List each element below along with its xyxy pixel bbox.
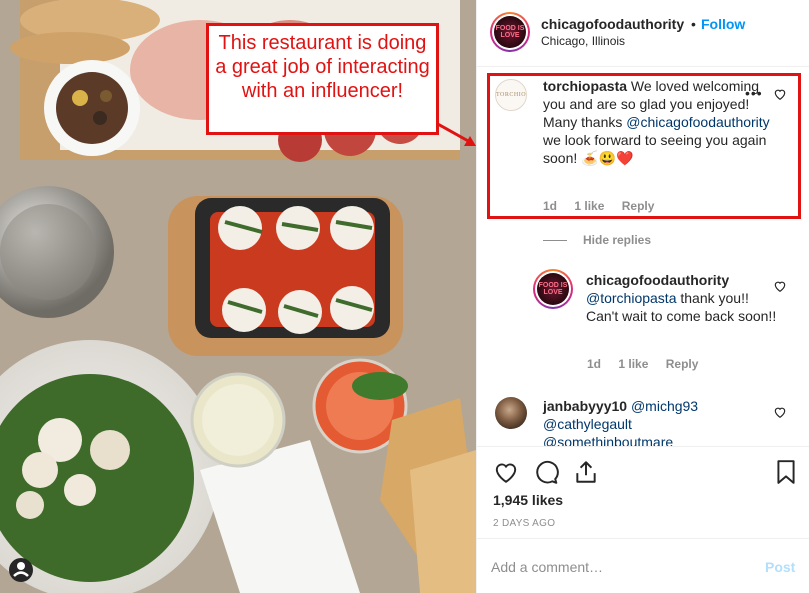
commenter-avatar[interactable]: TORCHIO bbox=[495, 79, 527, 111]
annotation-arrow-icon bbox=[436, 121, 476, 146]
share-icon[interactable] bbox=[573, 459, 599, 485]
comment-username[interactable]: torchiopasta bbox=[543, 78, 627, 94]
reply-avatar[interactable]: FOOD IS LOVE bbox=[533, 269, 573, 309]
like-heart-icon[interactable] bbox=[493, 459, 519, 485]
post-timestamp[interactable]: 2 DAYS AGO bbox=[493, 518, 555, 529]
add-comment-bar: Post bbox=[477, 538, 809, 593]
comment-likes[interactable]: 1 like bbox=[574, 199, 604, 213]
reply-body: chicagofoodauthority @torchiopasta thank… bbox=[586, 271, 781, 325]
hide-replies-label: Hide replies bbox=[583, 233, 652, 247]
comment-body: janbabyyy10 @michg93 @cathylegault @some… bbox=[543, 397, 773, 446]
divider-line bbox=[543, 240, 567, 242]
owner-avatar[interactable]: FOOD IS LOVE bbox=[490, 12, 530, 52]
like-comment-heart-icon[interactable] bbox=[773, 87, 787, 101]
post-location[interactable]: Chicago, Illinois bbox=[541, 34, 625, 48]
reply-avatar-text: FOOD IS LOVE bbox=[537, 273, 569, 305]
post-sidebar: FOOD IS LOVE chicagofoodauthority • Foll… bbox=[476, 0, 809, 593]
owner-avatar-text: FOOD IS LOVE bbox=[494, 16, 526, 48]
reply-username[interactable]: chicagofoodauthority bbox=[586, 272, 729, 288]
reply-likes[interactable]: 1 like bbox=[618, 357, 648, 371]
more-options-icon[interactable]: ••• bbox=[745, 85, 763, 101]
comment-meta: 1d 1 like Reply bbox=[543, 199, 668, 213]
comment-time[interactable]: 1d bbox=[543, 199, 557, 213]
post-header: FOOD IS LOVE chicagofoodauthority • Foll… bbox=[477, 0, 809, 66]
annotation-callout: This restaurant is doing a great job of … bbox=[206, 23, 439, 135]
comment-text-after: we look forward to seeing you again soon… bbox=[543, 132, 767, 166]
bookmark-icon[interactable] bbox=[773, 459, 799, 485]
comment-mention[interactable]: @chicagofoodauthority bbox=[626, 114, 769, 130]
follow-button[interactable]: Follow bbox=[701, 16, 745, 32]
commenter-avatar-text: TORCHIO bbox=[495, 92, 527, 98]
post-actions: 1,945 likes 2 DAYS AGO bbox=[477, 446, 809, 536]
post-photo[interactable]: This restaurant is doing a great job of … bbox=[0, 0, 476, 593]
like-reply-heart-icon[interactable] bbox=[773, 279, 787, 293]
annotation-text: This restaurant is doing a great job of … bbox=[215, 32, 430, 102]
comment-mention[interactable]: @michg93 bbox=[631, 398, 698, 414]
comment-input[interactable] bbox=[491, 553, 751, 581]
post-comment-button[interactable]: Post bbox=[765, 559, 795, 575]
comment-mention[interactable]: @somethinboutmare bbox=[543, 434, 673, 446]
reply-button[interactable]: Reply bbox=[666, 357, 699, 371]
reply-meta: 1d 1 like Reply bbox=[587, 357, 712, 371]
comments-list[interactable]: TORCHIO torchiopasta We loved welcoming … bbox=[477, 66, 809, 446]
comment-bubble-icon[interactable] bbox=[533, 459, 559, 485]
likes-count[interactable]: 1,945 likes bbox=[493, 492, 563, 508]
reply-time[interactable]: 1d bbox=[587, 357, 601, 371]
commenter-avatar[interactable] bbox=[495, 397, 527, 429]
reply-mention[interactable]: @torchiopasta bbox=[586, 290, 676, 306]
follow-separator: • bbox=[691, 16, 696, 32]
hide-replies-button[interactable]: Hide replies bbox=[543, 233, 651, 247]
comment-body: torchiopasta We loved welcoming you and … bbox=[543, 77, 773, 167]
like-comment-heart-icon[interactable] bbox=[773, 405, 787, 419]
owner-username[interactable]: chicagofoodauthority bbox=[541, 16, 684, 32]
comment-username[interactable]: janbabyyy10 bbox=[543, 398, 627, 414]
comment-mention[interactable]: @cathylegault bbox=[543, 416, 632, 432]
reply-button[interactable]: Reply bbox=[622, 199, 655, 213]
